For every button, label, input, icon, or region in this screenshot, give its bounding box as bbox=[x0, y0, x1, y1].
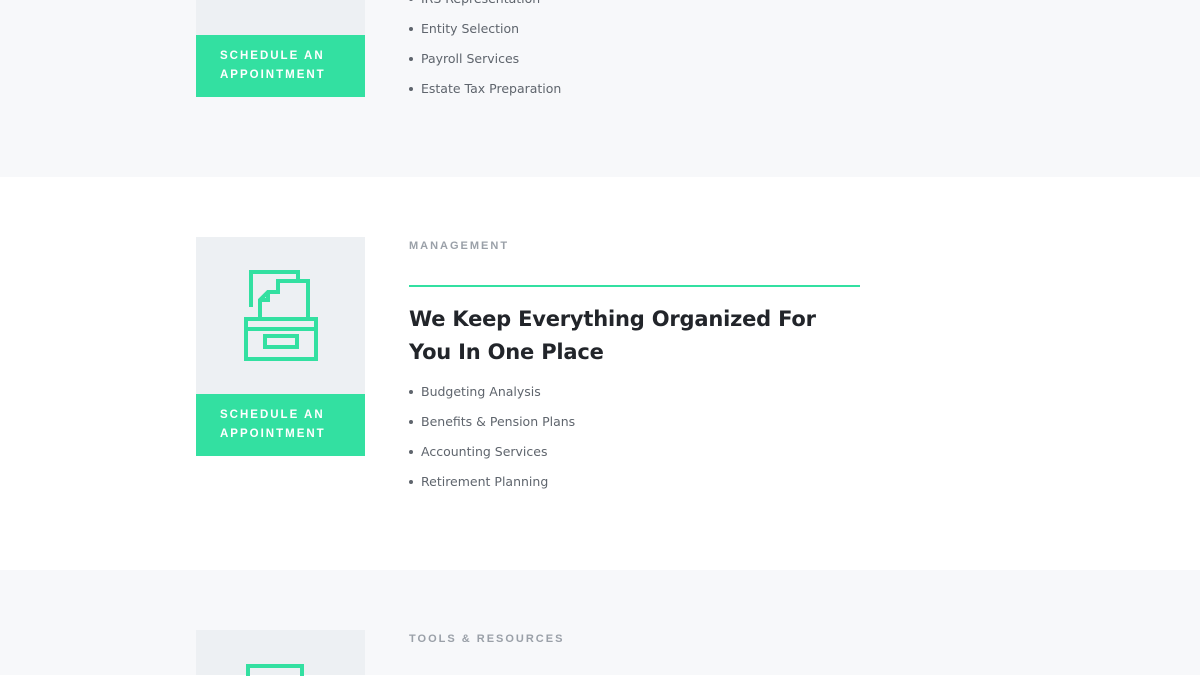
file-cabinet-icon bbox=[244, 269, 318, 363]
cta-label-line2: APPOINTMENT bbox=[220, 428, 326, 440]
service-icon-card bbox=[196, 0, 365, 35]
heading-line2: You In One Place bbox=[409, 340, 604, 364]
service-list: IRS Representation Entity Selection Payr… bbox=[409, 0, 561, 109]
tools-icon bbox=[246, 663, 306, 676]
services-section-tools: TOOLS & RESOURCES bbox=[0, 570, 1200, 676]
schedule-appointment-button[interactable]: SCHEDULE AN APPOINTMENT bbox=[196, 35, 365, 97]
cta-label-line2: APPOINTMENT bbox=[220, 69, 326, 81]
heading-line1: We Keep Everything Organized For bbox=[409, 307, 816, 331]
list-item: IRS Representation bbox=[409, 0, 561, 19]
cta-label-line1: SCHEDULE AN bbox=[220, 409, 325, 421]
list-item: Retirement Planning bbox=[409, 472, 575, 502]
services-section-top: SCHEDULE AN APPOINTMENT IRS Representati… bbox=[0, 0, 1200, 177]
section-heading: We Keep Everything Organized For You In … bbox=[409, 303, 849, 369]
list-item: Estate Tax Preparation bbox=[409, 79, 561, 109]
section-eyebrow: TOOLS & RESOURCES bbox=[409, 633, 565, 645]
section-eyebrow: MANAGEMENT bbox=[409, 240, 510, 252]
list-item: Accounting Services bbox=[409, 442, 575, 472]
cta-label-line1: SCHEDULE AN bbox=[220, 50, 325, 62]
list-item: Benefits & Pension Plans bbox=[409, 412, 575, 442]
list-item: Budgeting Analysis bbox=[409, 382, 575, 412]
services-section-management: SCHEDULE AN APPOINTMENT MANAGEMENT We Ke… bbox=[0, 177, 1200, 570]
service-list: Budgeting Analysis Benefits & Pension Pl… bbox=[409, 382, 575, 502]
service-icon-card bbox=[196, 237, 365, 394]
accent-divider bbox=[409, 285, 860, 287]
service-icon-card bbox=[196, 630, 365, 676]
list-item: Payroll Services bbox=[409, 49, 561, 79]
schedule-appointment-button[interactable]: SCHEDULE AN APPOINTMENT bbox=[196, 394, 365, 456]
list-item: Entity Selection bbox=[409, 19, 561, 49]
